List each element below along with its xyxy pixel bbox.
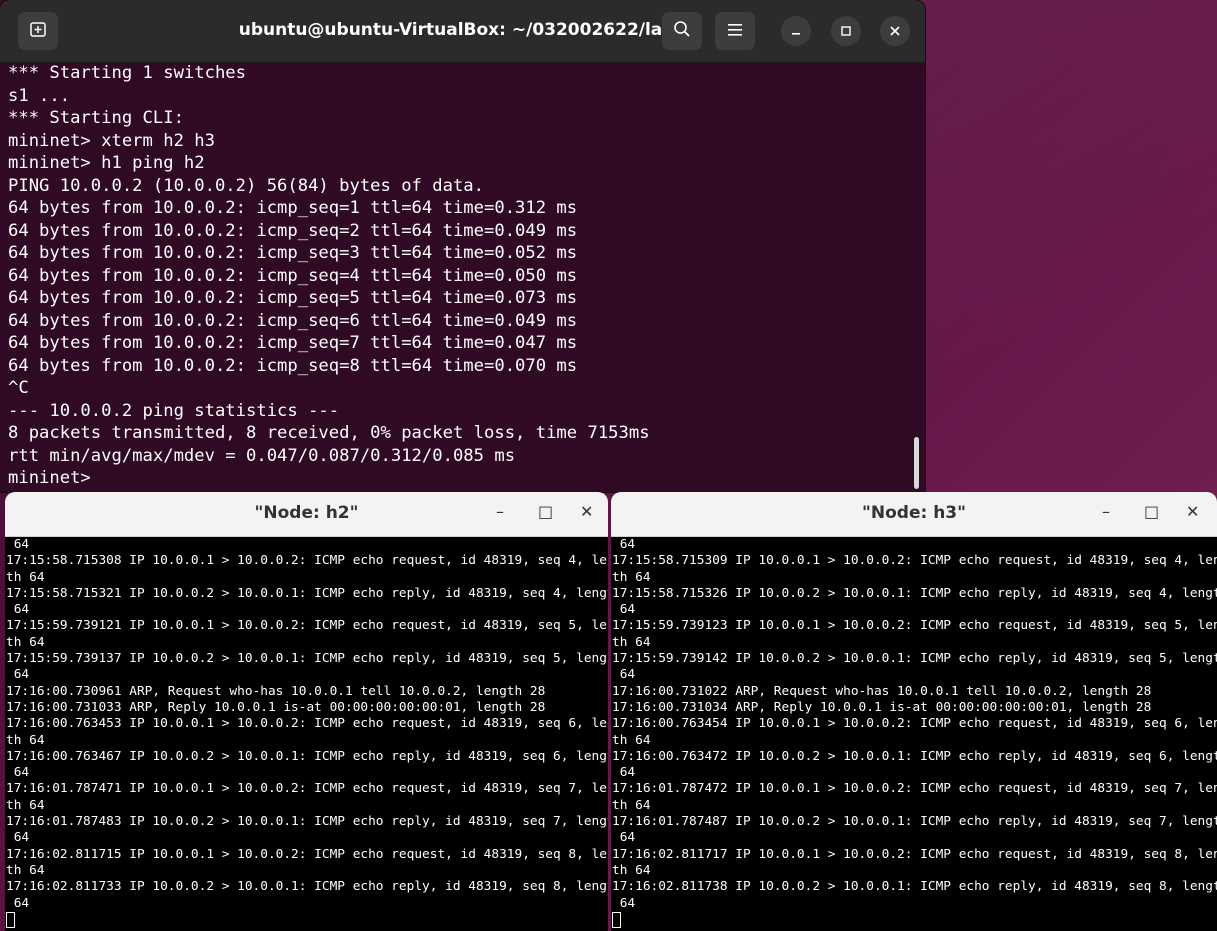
output-line: 17:16:02.811738 IP 10.0.0.2 > 10.0.0.1: … bbox=[612, 879, 1217, 895]
maximize-button[interactable] bbox=[831, 16, 861, 46]
output-line: 17:16:00.731022 ARP, Request who-has 10.… bbox=[612, 683, 1152, 699]
search-icon bbox=[673, 20, 691, 43]
output-line: mininet> xterm h2 h3 bbox=[8, 130, 215, 151]
output-line: 64 bbox=[6, 537, 30, 552]
output-line: 17:15:58.715309 IP 10.0.0.1 > 10.0.0.2: … bbox=[612, 553, 1217, 569]
output-line: 17:15:59.739142 IP 10.0.0.2 > 10.0.0.1: … bbox=[612, 651, 1217, 667]
cursor bbox=[6, 912, 15, 929]
output-line: mininet> bbox=[8, 468, 91, 488]
output-line: 17:15:58.715308 IP 10.0.0.1 > 10.0.0.2: … bbox=[6, 553, 608, 569]
output-line: 64 bbox=[612, 537, 636, 552]
close-icon[interactable]: ✕ bbox=[1186, 502, 1199, 521]
output-line: th 64 bbox=[6, 569, 45, 585]
output-line: 64 bbox=[6, 602, 30, 618]
output-line: 64 bytes from 10.0.0.2: icmp_seq=8 ttl=6… bbox=[8, 355, 578, 376]
minimize-icon[interactable]: – bbox=[1102, 502, 1110, 521]
search-button[interactable] bbox=[662, 12, 702, 50]
output-line: s1 ... bbox=[8, 85, 71, 106]
output-line: 17:16:02.811717 IP 10.0.0.1 > 10.0.0.2: … bbox=[612, 846, 1217, 862]
terminal-scrollbar[interactable] bbox=[914, 437, 919, 489]
output-line: 64 bytes from 10.0.0.2: icmp_seq=3 ttl=6… bbox=[8, 243, 578, 263]
output-line: 64 bytes from 10.0.0.2: icmp_seq=4 ttl=6… bbox=[8, 265, 578, 286]
output-line: 64 bytes from 10.0.0.2: icmp_seq=1 ttl=6… bbox=[8, 198, 578, 218]
minimize-button[interactable] bbox=[781, 16, 811, 46]
minimize-icon bbox=[790, 22, 802, 41]
output-line: PING 10.0.0.2 (10.0.0.2) 56(84) bytes of… bbox=[8, 175, 484, 196]
output-line: 17:16:00.763453 IP 10.0.0.1 > 10.0.0.2: … bbox=[6, 716, 608, 732]
output-line: rtt min/avg/max/mdev = 0.047/0.087/0.312… bbox=[8, 445, 516, 466]
close-button[interactable] bbox=[880, 16, 910, 46]
desktop-background bbox=[917, 0, 1217, 500]
output-line: *** Starting CLI: bbox=[8, 108, 184, 128]
output-line: *** Starting 1 switches bbox=[8, 63, 246, 83]
minimize-icon[interactable]: – bbox=[496, 502, 504, 521]
xterm-window-h3[interactable]: "Node: h3" – □ ✕ 64 17:15:58.715309 IP 10… bbox=[611, 492, 1217, 931]
output-line: th 64 bbox=[6, 732, 45, 748]
xterm-h3-title: "Node: h3" bbox=[862, 503, 966, 523]
output-line: 17:16:00.731033 ARP, Reply 10.0.0.1 is-a… bbox=[6, 699, 546, 715]
xterm-h2-titlebar[interactable]: "Node: h2" – □ ✕ bbox=[5, 492, 608, 537]
output-line: 64 bbox=[612, 895, 636, 911]
output-line: th 64 bbox=[612, 797, 651, 813]
output-line: 8 packets transmitted, 8 received, 0% pa… bbox=[8, 423, 650, 443]
output-line: 64 bytes from 10.0.0.2: icmp_seq=7 ttl=6… bbox=[8, 333, 578, 353]
output-line: th 64 bbox=[612, 634, 651, 650]
hamburger-menu-icon bbox=[727, 21, 743, 42]
output-line: 17:16:01.787471 IP 10.0.0.1 > 10.0.0.2: … bbox=[6, 781, 608, 797]
output-line: 17:16:01.787472 IP 10.0.0.1 > 10.0.0.2: … bbox=[612, 781, 1217, 797]
close-icon bbox=[889, 22, 901, 41]
output-line: th 64 bbox=[6, 862, 45, 878]
terminal-window[interactable]: ubuntu@ubuntu-VirtualBox: ~/032002622/la… bbox=[0, 0, 925, 492]
output-line: 64 bytes from 10.0.0.2: icmp_seq=2 ttl=6… bbox=[8, 220, 578, 241]
output-line: th 64 bbox=[612, 569, 651, 585]
output-line: 64 bbox=[612, 667, 636, 683]
output-line: th 64 bbox=[612, 732, 651, 748]
output-line: 64 bbox=[6, 765, 30, 781]
output-line: mininet> h1 ping h2 bbox=[8, 153, 205, 173]
xterm-h2-output[interactable]: 64 17:15:58.715308 IP 10.0.0.1 > 10.0.0.2… bbox=[6, 537, 608, 931]
output-line: 17:15:59.739137 IP 10.0.0.2 > 10.0.0.1: … bbox=[6, 651, 608, 667]
output-line: 17:16:02.811715 IP 10.0.0.1 > 10.0.0.2: … bbox=[6, 846, 608, 862]
output-line: ^C bbox=[8, 378, 29, 398]
output-line: th 64 bbox=[612, 862, 651, 878]
xterm-window-h2[interactable]: "Node: h2" – □ ✕ 64 17:15:58.715308 IP 10… bbox=[5, 492, 608, 931]
output-line: 64 bbox=[612, 602, 636, 618]
menu-button[interactable] bbox=[715, 12, 755, 50]
maximize-icon bbox=[840, 22, 852, 41]
output-line: 17:15:59.739123 IP 10.0.0.1 > 10.0.0.2: … bbox=[612, 618, 1217, 634]
output-line: 64 bbox=[612, 830, 636, 846]
output-line: 64 bbox=[612, 765, 636, 781]
close-icon[interactable]: ✕ bbox=[580, 502, 593, 521]
output-line: 17:15:58.715326 IP 10.0.0.2 > 10.0.0.1: … bbox=[612, 585, 1217, 601]
output-line: 17:16:00.730961 ARP, Request who-has 10.… bbox=[6, 683, 546, 699]
xterm-h3-titlebar[interactable]: "Node: h3" – □ ✕ bbox=[611, 492, 1217, 537]
cursor bbox=[612, 912, 621, 929]
output-line: 64 bbox=[6, 667, 30, 683]
output-line: 17:16:01.787487 IP 10.0.0.2 > 10.0.0.1: … bbox=[612, 814, 1217, 830]
output-line: 17:16:01.787483 IP 10.0.0.2 > 10.0.0.1: … bbox=[6, 814, 608, 830]
output-line: 17:15:58.715321 IP 10.0.0.2 > 10.0.0.1: … bbox=[6, 585, 608, 601]
output-line: --- 10.0.0.2 ping statistics --- bbox=[8, 400, 340, 421]
output-line: 64 bbox=[6, 895, 30, 911]
xterm-h3-output[interactable]: 64 17:15:58.715309 IP 10.0.0.1 > 10.0.0.2… bbox=[612, 537, 1217, 931]
xterm-h2-title: "Node: h2" bbox=[254, 503, 359, 523]
output-line: 17:16:00.731034 ARP, Reply 10.0.0.1 is-a… bbox=[612, 699, 1152, 715]
output-line: 64 bytes from 10.0.0.2: icmp_seq=5 ttl=6… bbox=[8, 288, 578, 308]
output-line: th 64 bbox=[6, 797, 45, 813]
maximize-icon[interactable]: □ bbox=[1144, 502, 1159, 521]
maximize-icon[interactable]: □ bbox=[538, 502, 553, 521]
output-line: 64 bbox=[6, 830, 30, 846]
output-line: 17:16:00.763472 IP 10.0.0.2 > 10.0.0.1: … bbox=[612, 748, 1217, 764]
output-line: 17:15:59.739121 IP 10.0.0.1 > 10.0.0.2: … bbox=[6, 618, 608, 634]
output-line: 17:16:02.811733 IP 10.0.0.2 > 10.0.0.1: … bbox=[6, 879, 608, 895]
output-line: 17:16:00.763454 IP 10.0.0.1 > 10.0.0.2: … bbox=[612, 716, 1217, 732]
terminal-output[interactable]: *** Starting 1 switches s1 ... *** Startin… bbox=[8, 62, 905, 492]
output-line: 64 bytes from 10.0.0.2: icmp_seq=6 ttl=6… bbox=[8, 310, 578, 331]
terminal-headerbar[interactable]: ubuntu@ubuntu-VirtualBox: ~/032002622/la… bbox=[0, 0, 925, 63]
output-line: th 64 bbox=[6, 634, 45, 650]
output-line: 17:16:00.763467 IP 10.0.0.2 > 10.0.0.1: … bbox=[6, 748, 608, 764]
